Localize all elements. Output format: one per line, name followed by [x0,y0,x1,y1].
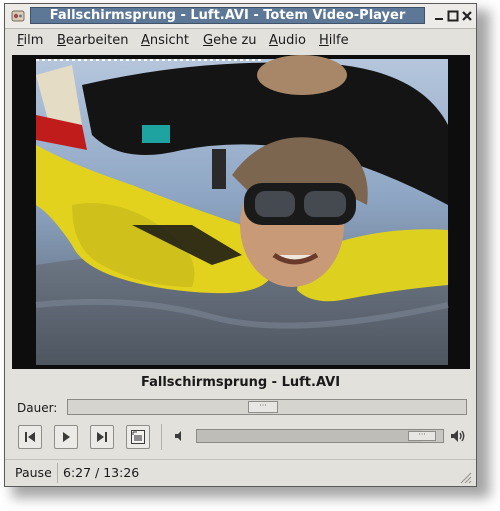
statusbar-separator [57,463,58,483]
next-icon [97,432,107,442]
close-button[interactable] [459,8,475,24]
volume-level-fill [197,430,422,442]
totem-window: Fallschirmsprung - Luft.AVI - Totem Vide… [4,3,477,487]
window-title: Fallschirmsprung - Luft.AVI - Totem Vide… [30,7,425,24]
volume-low-icon[interactable] [172,429,186,443]
volume-slider[interactable]: ··· [196,429,444,443]
menu-bearbeiten[interactable]: Bearbeiten [57,33,128,48]
menubar: Film Bearbeiten Ansicht Gehe zu Audio Hi… [5,29,476,53]
seek-slider-thumb[interactable]: ··· [248,401,278,413]
minimize-icon [435,18,443,20]
titlebar[interactable]: Fallschirmsprung - Luft.AVI - Totem Vide… [5,4,476,29]
fullscreen-button[interactable] [126,425,150,449]
menu-ansicht[interactable]: Ansicht [141,33,189,48]
video-frame [12,55,470,369]
toolbar-separator [161,424,162,450]
menu-hilfe[interactable]: Hilfe [319,33,349,48]
previous-button[interactable] [18,425,42,449]
seek-slider[interactable]: ··· [67,399,467,415]
menu-gehe-zu[interactable]: Gehe zu [203,33,257,48]
close-icon [462,11,472,21]
menu-film-rest: ilm [23,33,44,48]
video-area[interactable] [12,55,470,369]
menu-audio[interactable]: Audio [269,33,306,48]
volume-slider-thumb[interactable]: ··· [408,431,436,441]
duration-label: Dauer: [17,401,58,415]
playback-state: Pause [15,465,52,480]
video-filename: Fallschirmsprung - Luft.AVI [140,375,341,390]
fullscreen-icon [131,430,145,444]
app-icon[interactable] [11,9,25,23]
previous-icon [25,432,35,442]
volume-high-icon[interactable] [449,428,467,444]
playback-time: 6:27 / 13:26 [63,465,140,480]
maximize-icon [447,10,459,22]
next-button[interactable] [90,425,114,449]
statusbar: Pause 6:27 / 13:26 [5,459,476,487]
play-icon [63,432,70,442]
menu-film[interactable]: Film [17,33,43,48]
play-button[interactable] [54,425,78,449]
resize-grip-icon[interactable] [458,470,472,484]
